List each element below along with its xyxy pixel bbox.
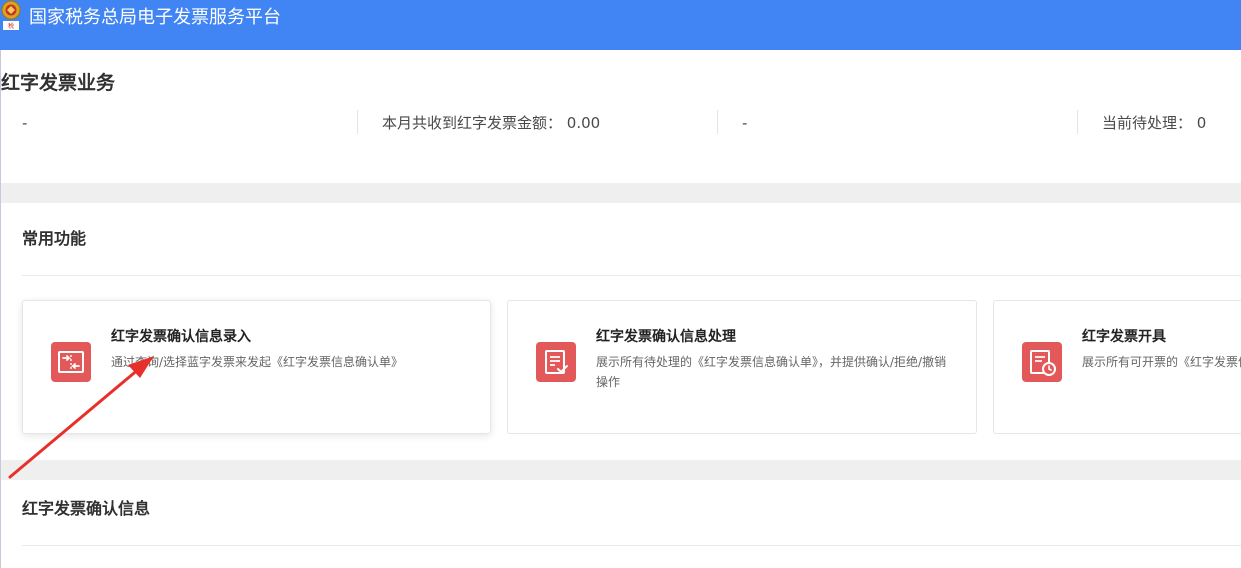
common-functions-title: 常用功能 bbox=[22, 229, 87, 248]
stat-divider bbox=[357, 110, 358, 134]
divider bbox=[22, 545, 1241, 546]
stat-divider bbox=[717, 110, 718, 134]
section-gap bbox=[1, 183, 1241, 203]
document-check-icon bbox=[536, 342, 576, 382]
card-title: 红字发票确认信息录入 bbox=[111, 329, 251, 345]
card-title: 红字发票确认信息处理 bbox=[596, 329, 736, 345]
page-title: 红字发票业务 bbox=[1, 72, 116, 94]
card-red-invoice-confirm-entry[interactable]: 红字发票确认信息录入 通过查询/选择蓝字发票来发起《红字发票信息确认单》 bbox=[22, 300, 491, 434]
main-content: 红字发票业务 - 本月共收到红字发票金额： 0.00 - 当前待处理： 0 常用… bbox=[0, 50, 1241, 568]
svg-text:税: 税 bbox=[8, 22, 14, 30]
card-description: 通过查询/选择蓝字发票来发起《红字发票信息确认单》 bbox=[111, 355, 404, 369]
top-bar: 税 国家税务总局电子发票服务平台 bbox=[0, 0, 1241, 50]
document-clock-icon bbox=[1022, 342, 1062, 382]
stat-monthly-red-invoice-amount: 本月共收到红字发票金额： 0.00 bbox=[382, 114, 601, 132]
card-description: 展示所有可开票的《红字发票信息确认单》 bbox=[1082, 355, 1241, 369]
stat-divider bbox=[1077, 110, 1078, 134]
confirm-info-title: 红字发票确认信息 bbox=[22, 499, 151, 518]
tax-emblem-icon: 税 bbox=[1, 0, 21, 30]
stats-row: - 本月共收到红字发票金额： 0.00 - 当前待处理： 0 bbox=[1, 110, 1241, 136]
card-red-invoice-confirm-process[interactable]: 红字发票确认信息处理 展示所有待处理的《红字发票信息确认单》，并提供确认/拒绝/… bbox=[507, 300, 977, 434]
card-red-invoice-issue[interactable]: 红字发票开具 展示所有可开票的《红字发票信息确认单》 bbox=[993, 300, 1241, 434]
stat-item-3: - bbox=[742, 114, 748, 132]
exchange-arrows-icon bbox=[51, 342, 91, 382]
stat-item-1: - bbox=[22, 114, 28, 132]
section-gap bbox=[1, 460, 1241, 480]
platform-title: 国家税务总局电子发票服务平台 bbox=[29, 7, 281, 28]
card-description: 展示所有待处理的《红字发票信息确认单》，并提供确认/拒绝/撤销操作 bbox=[596, 355, 947, 389]
stat-pending-count: 当前待处理： 0 bbox=[1102, 114, 1207, 132]
divider bbox=[22, 275, 1241, 276]
card-title: 红字发票开具 bbox=[1082, 329, 1166, 345]
